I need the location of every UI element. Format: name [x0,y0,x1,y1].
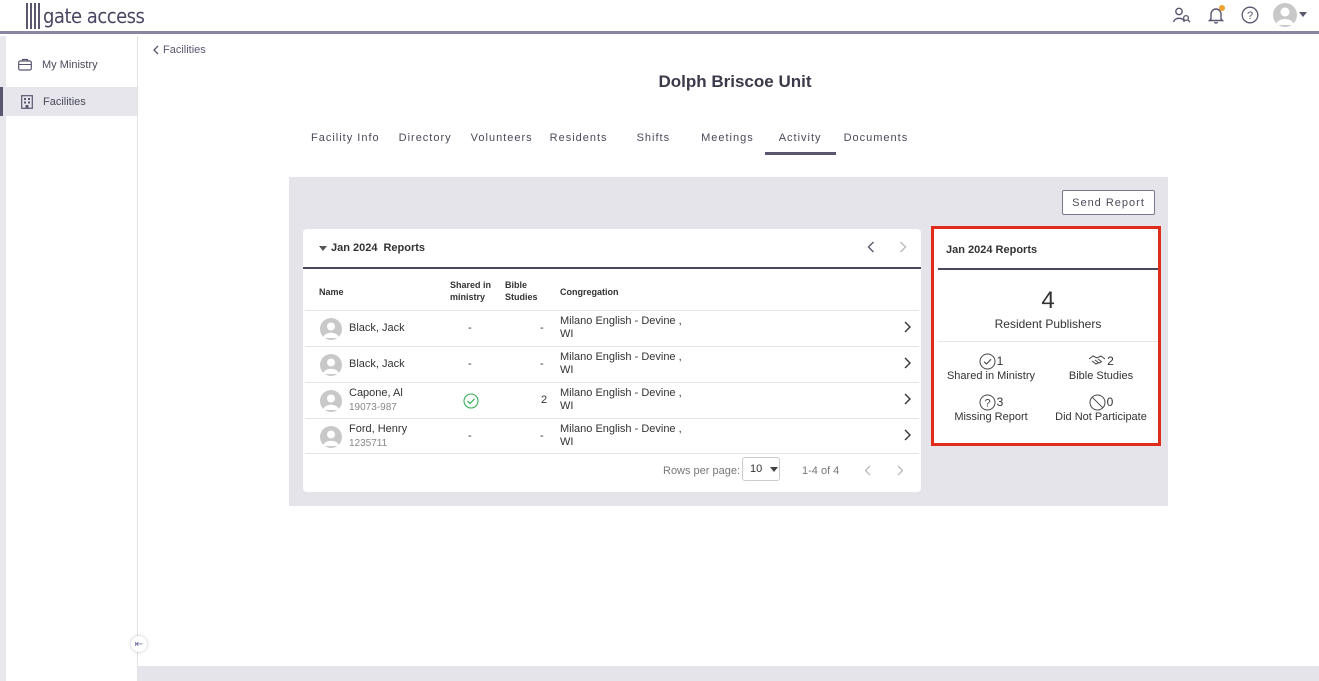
publishers-count: 4 [1041,287,1055,314]
congregation: Milano English - Devine , WI [560,423,682,448]
avatar [320,390,342,412]
sidebar: My Ministry Facilities [0,36,138,681]
column-header-name: Name [319,287,344,297]
tab-facility-info[interactable]: Facility Info [311,130,380,155]
collapse-sidebar-icon[interactable]: ⇤ [131,636,147,652]
sidebar-item-facilities[interactable]: Facilities [0,87,137,116]
user-search-icon[interactable] [1171,4,1193,26]
check-circle-icon [463,393,479,409]
help-icon[interactable]: ? [1239,4,1261,26]
table-row[interactable]: Capone, Al 19073-987 2 Milano English - … [305,382,919,418]
logo-text: gate access [43,4,145,28]
tab-documents[interactable]: Documents [844,130,909,155]
chevron-right-icon[interactable] [904,429,911,441]
bible-value: - [540,430,544,442]
avatar [320,318,342,340]
tab-volunteers[interactable]: Volunteers [471,130,533,155]
report-title-suffix: Reports [383,242,426,254]
column-header-congregation: Congregation [560,287,619,297]
question-circle-icon: ? [979,394,996,410]
bell-icon[interactable] [1205,4,1227,26]
send-report-button[interactable]: Send Report [1062,190,1155,215]
publishers-label: Resident Publishers [994,317,1102,331]
avatar [320,354,342,376]
resident-name: Capone, Al [349,387,403,399]
resident-name: Ford, Henry [349,423,408,435]
prev-month-icon[interactable] [867,241,875,253]
prev-page-icon[interactable] [864,465,871,476]
chevron-right-icon[interactable] [904,357,911,369]
notification-dot [1219,5,1225,11]
table-row[interactable]: Black, Jack - - Milano English - Devine … [305,346,919,382]
avatar [1273,3,1297,27]
sidebar-item-label: My Ministry [42,58,98,71]
tab-activity[interactable]: Activity [764,130,836,155]
shared-value: - [468,430,472,442]
resident-id: 19073-987 [349,402,397,413]
building-icon [21,94,33,109]
pagination-range: 1-4 of 4 [802,465,840,477]
bible-value: - [540,322,544,334]
page-title: Dolph Briscoe Unit [658,72,812,91]
breadcrumb[interactable]: Facilities [153,44,206,56]
logo-bars-icon [26,3,40,29]
handshake-icon [1088,355,1106,365]
shared-value: - [468,358,472,370]
reports-table-card: Jan 2024 Reports Name Shared in ministry… [303,229,921,492]
caret-down-icon [770,466,779,472]
resident-name: Black, Jack [349,358,405,370]
chevron-down-icon [1299,12,1307,17]
column-header-bible: Bible Studies [505,280,538,302]
congregation: Milano English - Devine , WI [560,315,682,340]
reports-table-header: Jan 2024 Reports [303,229,921,269]
shared-value: - [468,322,472,334]
congregation: Milano English - Devine , WI [560,351,682,376]
bible-value: 2 [541,394,548,406]
resident-id: 1235711 [349,438,388,449]
footer-strip [138,666,1319,681]
next-page-icon[interactable] [897,465,904,476]
app-logo[interactable]: gate access [26,2,145,30]
table-pagination: Rows per page: 10 1-4 of 4 [303,457,921,487]
resident-name: Black, Jack [349,322,405,334]
rows-per-page-label: Rows per page: [663,465,741,477]
summary-title: Jan 2024 Reports [946,244,1038,256]
briefcase-icon [18,58,32,71]
top-bar: gate access ? [0,0,1319,34]
tab-bar: Facility Info Directory Volunteers Resid… [302,130,908,155]
sidebar-item-label: Facilities [43,95,86,108]
caret-down-icon[interactable] [319,245,327,251]
report-month: Jan 2024 [331,242,378,254]
chevron-left-icon [153,45,159,55]
prohibited-icon [1089,394,1106,410]
chevron-right-icon[interactable] [904,321,911,333]
chevron-right-icon[interactable] [904,393,911,405]
avatar [320,426,342,448]
profile-menu[interactable] [1273,3,1307,27]
tab-shifts[interactable]: Shifts [637,130,671,155]
check-circle-icon [979,353,996,369]
tab-directory[interactable]: Directory [399,130,452,155]
stat-missing-report: ? 3 Missing Report [954,394,1028,423]
rows-per-page-select[interactable]: 10 [742,457,780,481]
next-month-icon[interactable] [899,241,907,253]
monthly-summary-card: Jan 2024 Reports 4 Resident Publishers 1… [931,226,1161,446]
breadcrumb-label: Facilities [163,44,206,56]
stat-bible-studies: 2 Bible Studies [1068,354,1134,382]
svg-text:?: ? [984,397,990,409]
sidebar-item-my-ministry[interactable]: My Ministry [6,50,137,79]
column-header-shared: Shared in ministry [450,280,492,302]
bible-value: - [540,358,544,370]
stat-did-not-participate: 0 Did Not Participate [1055,394,1147,423]
table-row[interactable]: Ford, Henry 1235711 - - Milano English -… [305,418,919,454]
congregation: Milano English - Devine , WI [560,387,682,412]
tab-meetings[interactable]: Meetings [701,130,754,155]
table-row[interactable]: Black, Jack - - Milano English - Devine … [305,310,919,346]
tab-residents[interactable]: Residents [550,130,608,155]
stat-shared-in-ministry: 1 Shared in Ministry [946,353,1036,382]
svg-text:?: ? [1247,10,1253,22]
